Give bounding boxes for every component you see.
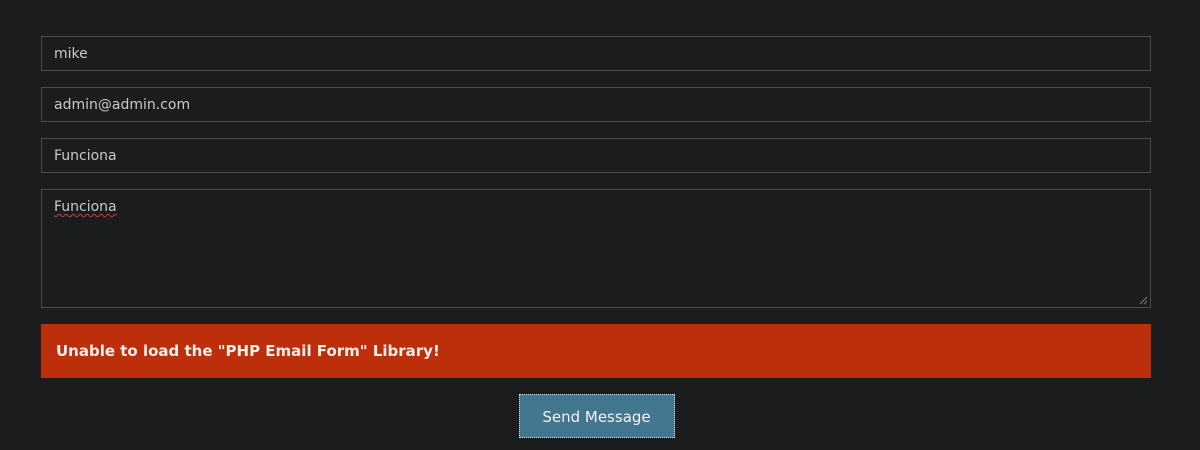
message-textarea[interactable]: Funciona xyxy=(41,189,1151,308)
name-field[interactable] xyxy=(41,36,1151,71)
error-message-text: Unable to load the "PHP Email Form" Libr… xyxy=(56,342,440,360)
contact-form: Funciona Unable to load the "PHP Email F… xyxy=(41,36,1151,438)
resize-grip-icon[interactable] xyxy=(1138,295,1148,305)
submit-container: Send Message xyxy=(41,394,1151,438)
send-message-button[interactable]: Send Message xyxy=(518,394,675,438)
email-field[interactable] xyxy=(41,87,1151,122)
message-text: Funciona xyxy=(54,199,117,215)
error-message: Unable to load the "PHP Email Form" Libr… xyxy=(41,324,1151,378)
subject-field[interactable] xyxy=(41,138,1151,173)
